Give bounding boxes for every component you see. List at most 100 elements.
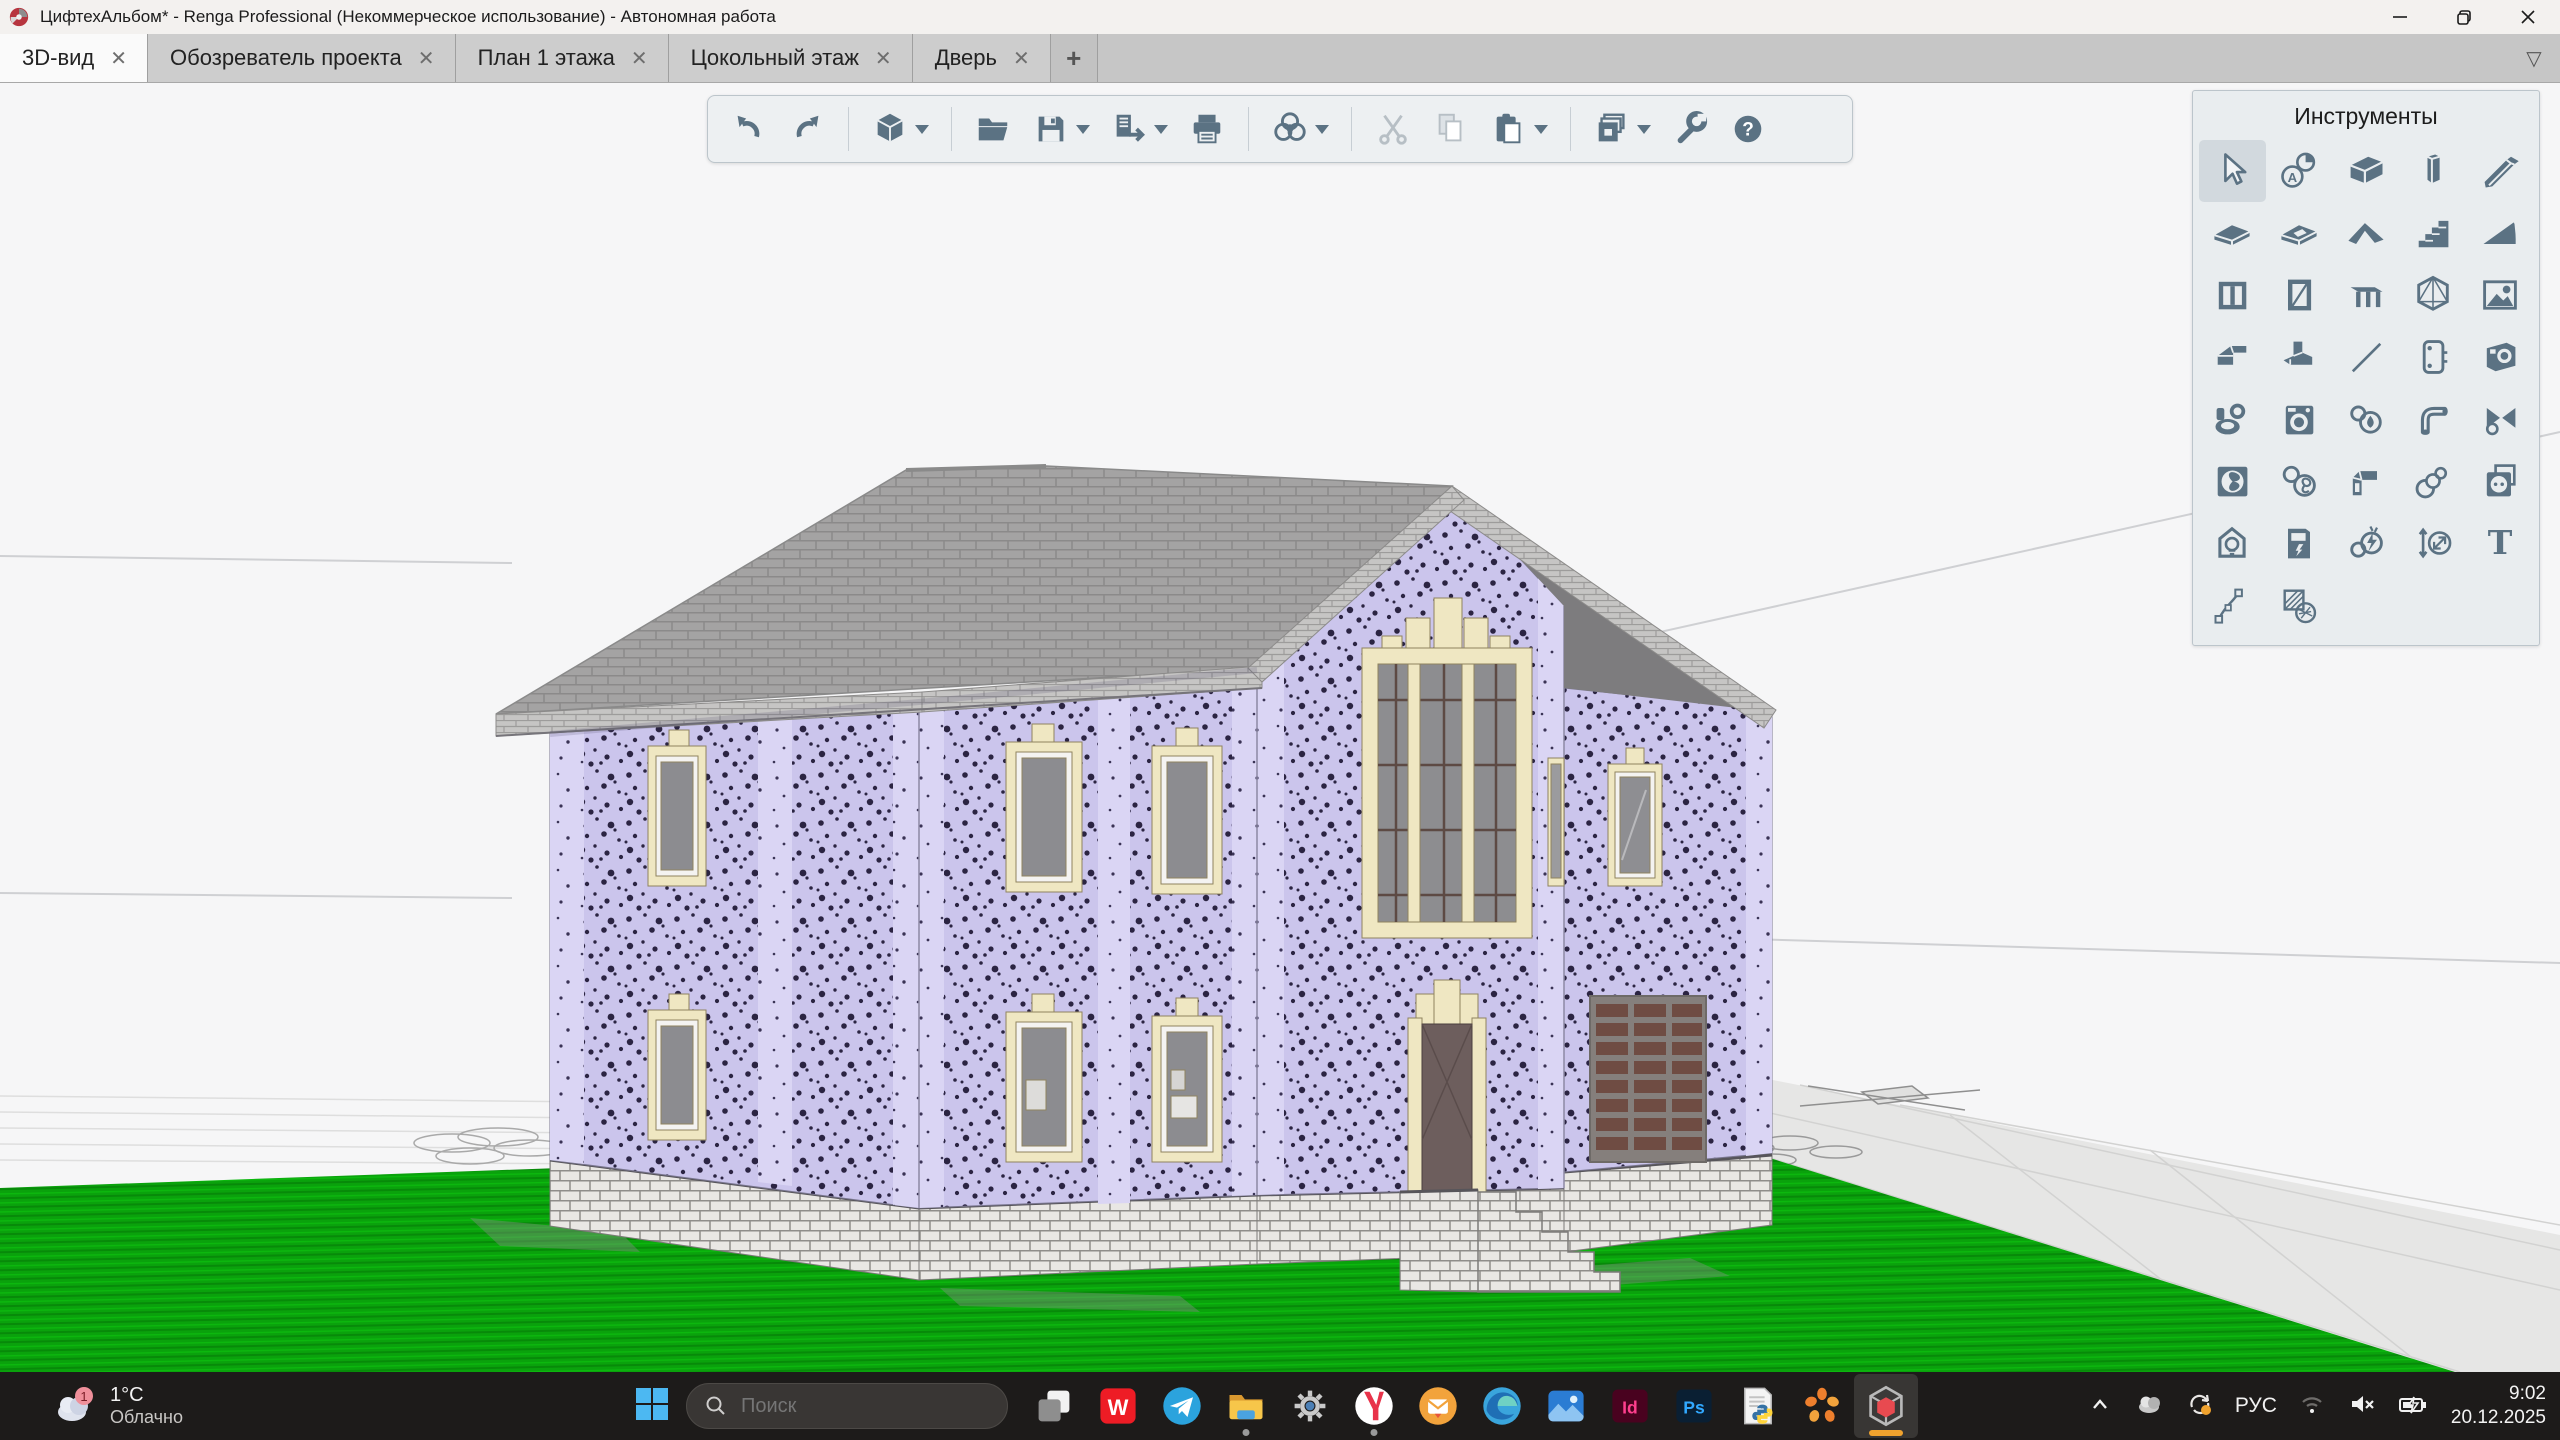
dropdown-arrow-icon[interactable] (1315, 125, 1329, 134)
tab-5[interactable]: Дверь✕ (913, 34, 1051, 82)
taskbar-app-file-explorer[interactable] (1214, 1374, 1278, 1438)
tool-plumbing-fixture[interactable] (2199, 388, 2266, 450)
tool-ventilation-equipment[interactable] (2199, 450, 2266, 512)
taskbar-app-settings-gear[interactable] (1278, 1374, 1342, 1438)
taskbar-app-mail[interactable] (1406, 1374, 1470, 1438)
tool-plate[interactable] (2199, 326, 2266, 388)
redo-button[interactable] (780, 104, 834, 154)
dropdown-arrow-icon[interactable] (1637, 125, 1651, 134)
tool-wire-routing[interactable] (2333, 512, 2400, 574)
tab-2[interactable]: Обозреватель проекта✕ (148, 34, 456, 82)
tray-chevron-icon[interactable] (2085, 1389, 2115, 1424)
viewport-3d[interactable] (0, 0, 2560, 1440)
print-button[interactable] (1180, 104, 1234, 154)
tool-electrical-socket[interactable] (2466, 450, 2533, 512)
volume-muted-icon[interactable] (2347, 1389, 2377, 1424)
help-button[interactable]: ? (1721, 104, 1775, 154)
taskbar-app-dots-flower[interactable] (1790, 1374, 1854, 1438)
tab-4[interactable]: Цокольный этаж✕ (669, 34, 913, 82)
tool-pipe-routing[interactable] (2333, 388, 2400, 450)
object-styles-button[interactable] (1585, 104, 1659, 154)
tab-3[interactable]: План 1 этажа✕ (456, 34, 669, 82)
open-folder-button[interactable] (966, 104, 1020, 154)
taskbar-app-indesign[interactable]: Id (1598, 1374, 1662, 1438)
tool-picture[interactable] (2466, 264, 2533, 326)
minimize-button[interactable] (2368, 0, 2432, 34)
taskbar-search[interactable] (686, 1383, 1008, 1429)
taskbar-app-edge[interactable] (1470, 1374, 1534, 1438)
tool-electrical-panel[interactable] (2266, 512, 2333, 574)
copy-button[interactable] (1424, 104, 1478, 154)
tool-door-hardware[interactable] (2399, 326, 2466, 388)
tool-text[interactable]: T (2466, 512, 2533, 574)
tool-pipe-fitting[interactable] (2466, 388, 2533, 450)
tool-floor-opening[interactable] (2266, 202, 2333, 264)
taskbar-app-photoshop[interactable]: Ps (1662, 1374, 1726, 1438)
taskbar-app-wps-office[interactable]: W (1086, 1374, 1150, 1438)
tab-close-icon[interactable]: ✕ (873, 46, 894, 71)
tool-duct[interactable] (2333, 450, 2400, 512)
tool-stairs[interactable] (2399, 202, 2466, 264)
taskbar-clock[interactable]: 9:02 20.12.2025 (2451, 1382, 2546, 1430)
tab-close-icon[interactable]: ✕ (416, 46, 437, 71)
tool-foundation[interactable] (2266, 326, 2333, 388)
taskbar-app-task-view[interactable] (1022, 1374, 1086, 1438)
maximize-restore-button[interactable] (2432, 0, 2496, 34)
collaboration-button[interactable] (1263, 104, 1337, 154)
tool-element[interactable] (2399, 264, 2466, 326)
cut-button[interactable] (1366, 104, 1420, 154)
tool-sanitary-equipment[interactable] (2266, 388, 2333, 450)
tool-ramp[interactable] (2466, 202, 2533, 264)
tool-hatch[interactable] (2266, 574, 2333, 636)
tab-1[interactable]: 3D-вид✕ (0, 34, 148, 82)
tool-light-fixture[interactable] (2199, 512, 2266, 574)
battery-charging-icon[interactable] (2397, 1389, 2427, 1424)
export-button[interactable] (1102, 104, 1176, 154)
model-cube-button[interactable] (863, 104, 937, 154)
taskbar-app-photos[interactable] (1534, 1374, 1598, 1438)
tab-close-icon[interactable]: ✕ (629, 46, 650, 71)
dropdown-arrow-icon[interactable] (1076, 125, 1090, 134)
tool-pipe[interactable] (2399, 388, 2466, 450)
tool-door[interactable] (2266, 264, 2333, 326)
taskbar-app-renga[interactable] (1854, 1374, 1918, 1438)
tool-floor[interactable] (2199, 202, 2266, 264)
dropdown-arrow-icon[interactable] (915, 125, 929, 134)
start-button[interactable] (634, 1386, 670, 1427)
tool-dimension[interactable] (2399, 512, 2466, 574)
onedrive-icon[interactable] (2135, 1389, 2165, 1424)
language-indicator[interactable]: РУС (2235, 1394, 2277, 1418)
tool-air-routing[interactable] (2266, 450, 2333, 512)
tool-railing[interactable] (2333, 264, 2400, 326)
tab-close-icon[interactable]: ✕ (1011, 46, 1032, 71)
settings-wrench-button[interactable] (1663, 104, 1717, 154)
tool-camera[interactable] (2466, 326, 2533, 388)
tool-beam[interactable] (2466, 140, 2533, 202)
dropdown-arrow-icon[interactable] (1154, 125, 1168, 134)
dimension-icon (2411, 521, 2455, 565)
tool-wall[interactable] (2333, 140, 2400, 202)
tool-axis-line[interactable] (2333, 326, 2400, 388)
weather-widget[interactable]: 1 1°C Облачно (52, 1384, 302, 1428)
tool-select[interactable] (2199, 140, 2266, 202)
wifi-icon[interactable] (2297, 1389, 2327, 1424)
paste-button[interactable] (1482, 104, 1556, 154)
sync-update-icon[interactable] (2185, 1389, 2215, 1424)
close-button[interactable] (2496, 0, 2560, 34)
tab-overflow-dropdown[interactable]: ▽ (2508, 34, 2560, 82)
tool-duct-fitting[interactable] (2399, 450, 2466, 512)
tool-window[interactable] (2199, 264, 2266, 326)
tool-column[interactable] (2399, 140, 2466, 202)
taskbar-app-yandex-browser[interactable] (1342, 1374, 1406, 1438)
tool-roof[interactable] (2333, 202, 2400, 264)
tool-measure-styles[interactable]: A (2266, 140, 2333, 202)
search-input[interactable] (739, 1394, 943, 1419)
save-button[interactable] (1024, 104, 1098, 154)
new-tab-button[interactable]: + (1051, 34, 1098, 82)
tool-spline[interactable] (2199, 574, 2266, 636)
undo-button[interactable] (722, 104, 776, 154)
dropdown-arrow-icon[interactable] (1534, 125, 1548, 134)
taskbar-app-python-file[interactable] (1726, 1374, 1790, 1438)
tab-close-icon[interactable]: ✕ (108, 46, 129, 71)
taskbar-app-telegram[interactable] (1150, 1374, 1214, 1438)
